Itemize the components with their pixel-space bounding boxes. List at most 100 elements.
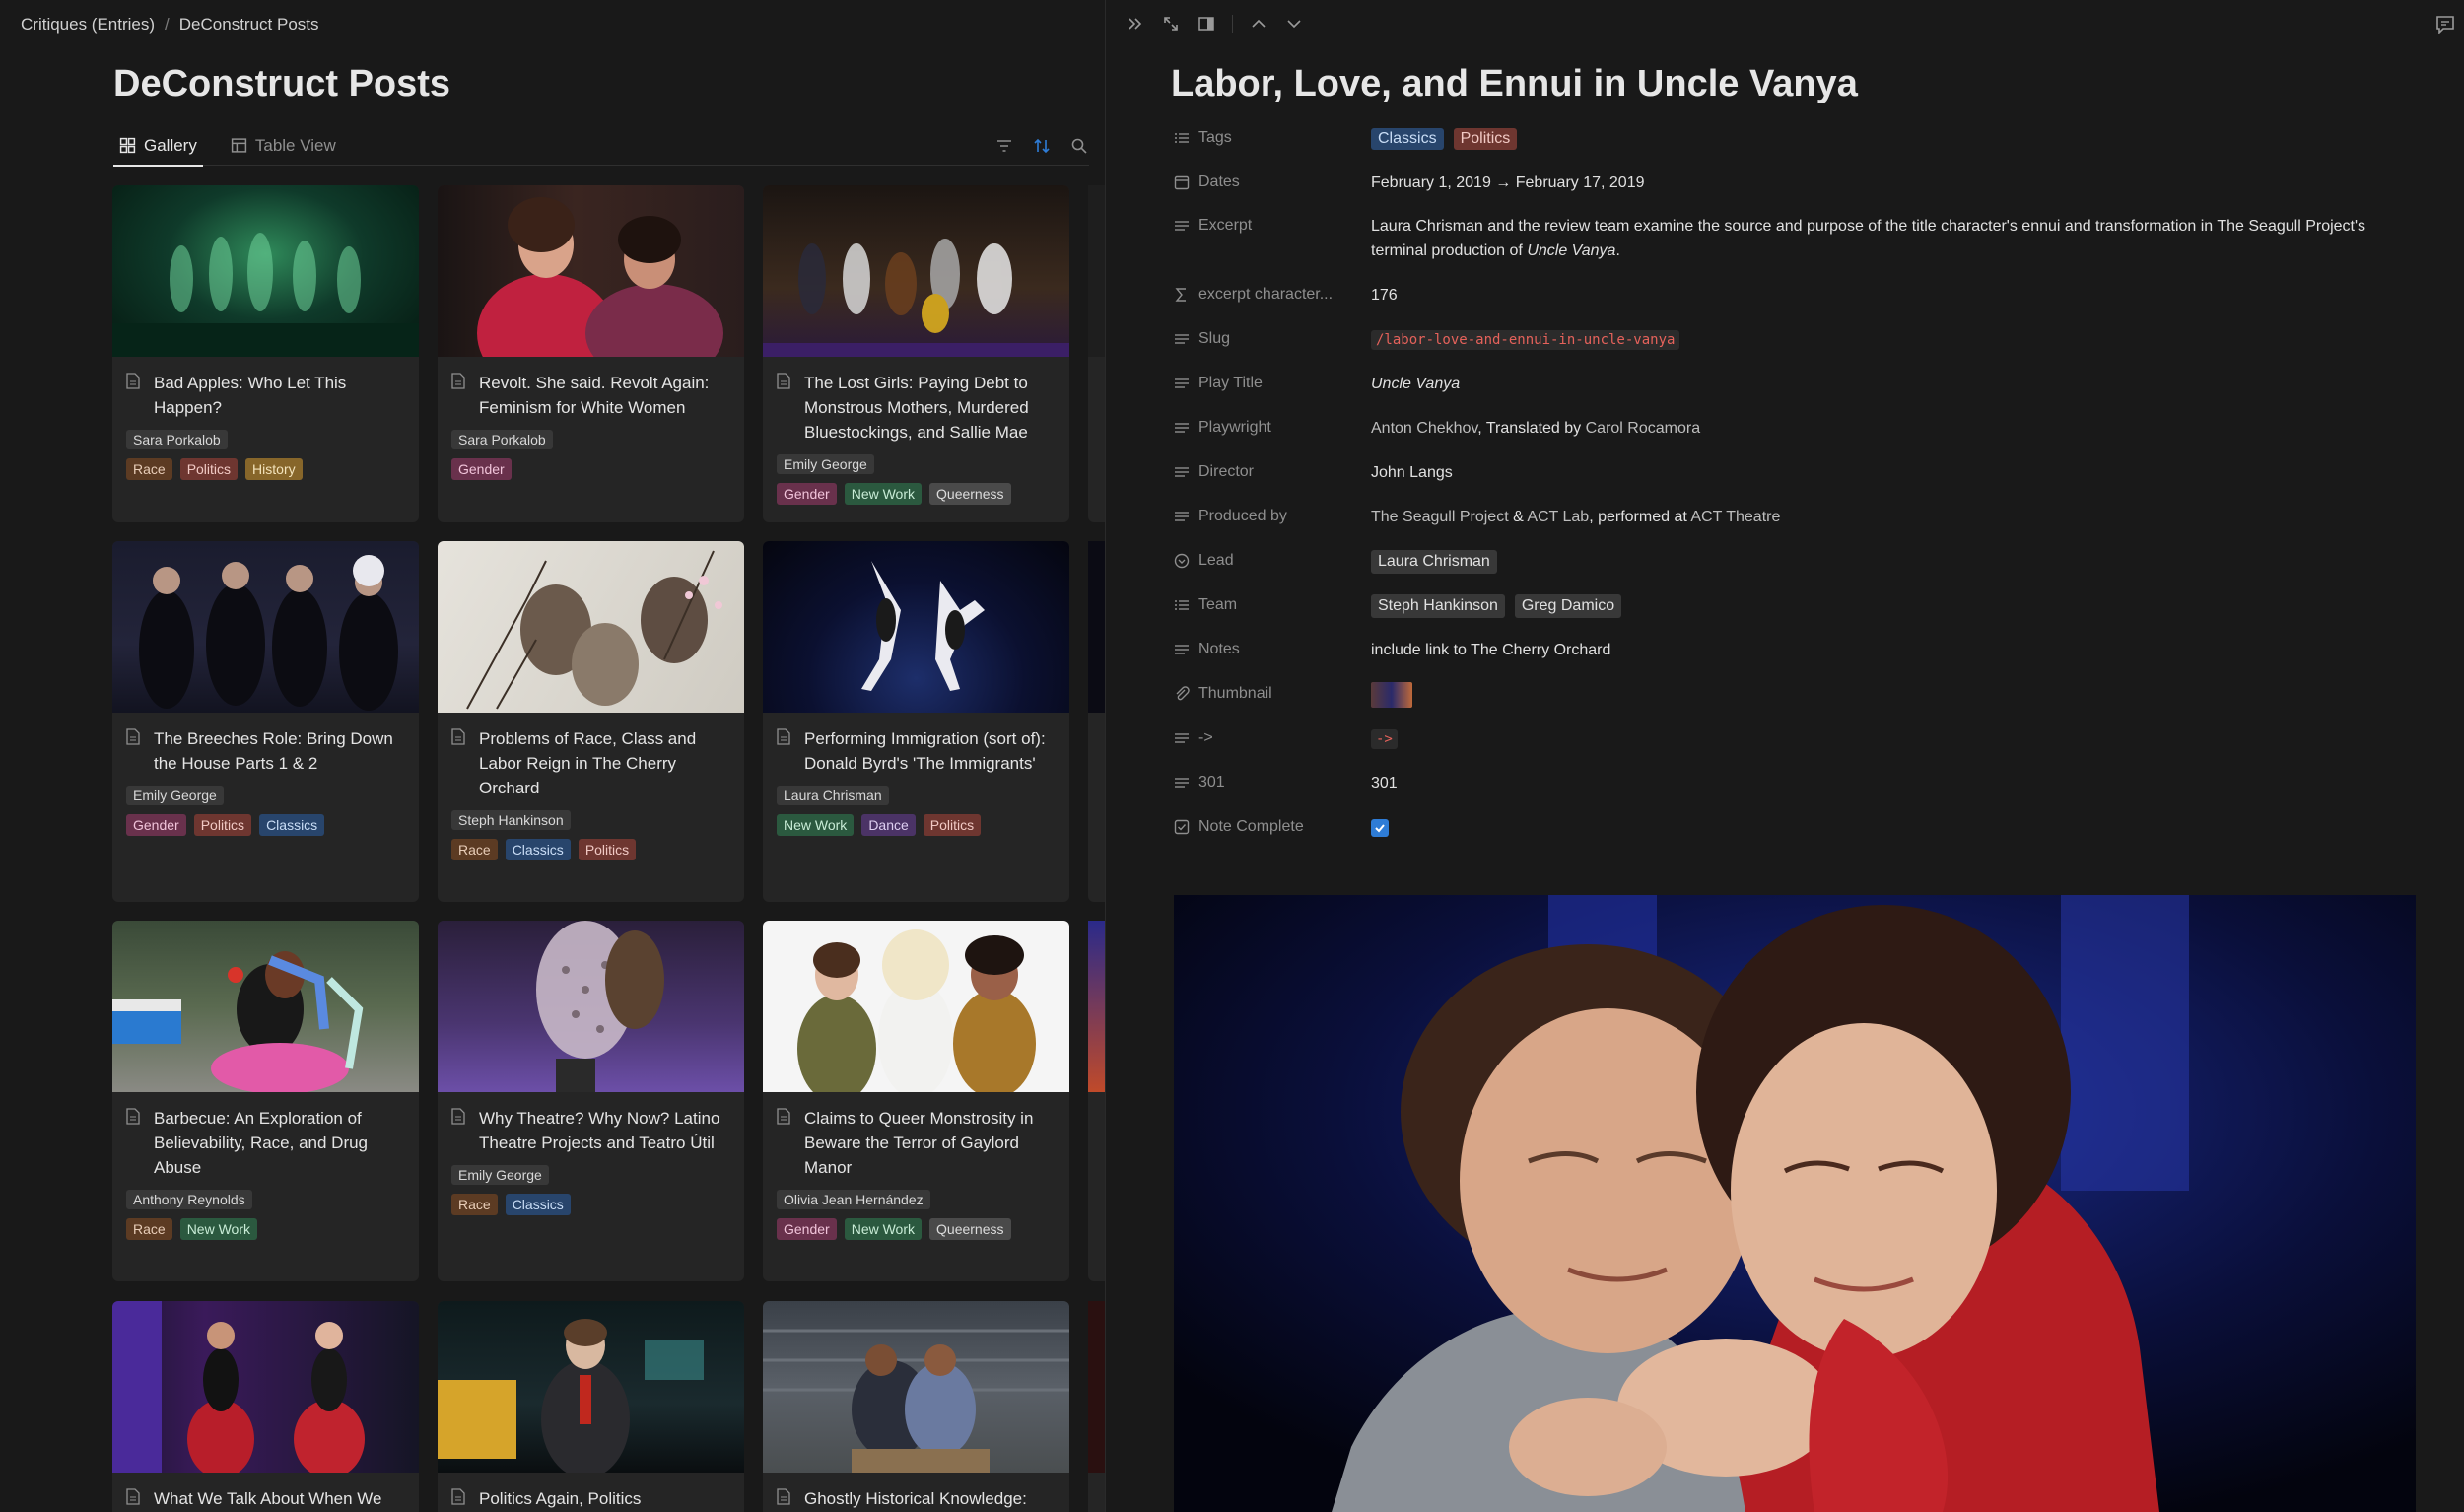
breadcrumb-current[interactable]: DeConstruct Posts [179, 15, 319, 34]
card-title: What We Talk About When We [154, 1489, 382, 1508]
sort-icon[interactable] [1032, 136, 1052, 156]
text-lines-icon [1175, 378, 1189, 388]
slug-code: /labor-love-and-ennui-in-uncle-vanya [1371, 330, 1680, 350]
lead-chip: Laura Chrisman [1371, 550, 1497, 574]
property-dates[interactable]: Dates February 1, 2019 → February 17, 20… [1174, 171, 2445, 195]
record-peek-pane: Labor, Love, and Ennui in Uncle Vanya Ta… [1105, 0, 2464, 1512]
gallery-card[interactable]: Why Theatre? Why Now? Latino Theatre Pro… [438, 921, 744, 1281]
property-notes[interactable]: Notes include link to The Cherry Orchard [1174, 638, 2445, 662]
venue-connector: , performed at [1589, 509, 1691, 525]
gallery-card[interactable]: Claims to Queer Monstrosity in Beware th… [763, 921, 1069, 1281]
gallery-card[interactable]: Bad Apples: Who Let This Happen? Sara Po… [112, 185, 419, 522]
tab-gallery[interactable]: Gallery [113, 126, 203, 167]
card-author: Emily George [451, 1165, 549, 1185]
property-arrow[interactable]: -> -> [1174, 726, 2445, 752]
gallery-card[interactable]: Performing Immigration (sort of): Donald… [763, 541, 1069, 902]
property-tags[interactable]: Tags Classics Politics [1174, 126, 2445, 151]
checkbox-icon [1174, 819, 1190, 835]
property-value: 301 [1371, 775, 1398, 791]
property-301[interactable]: 301 301 [1174, 771, 2445, 795]
search-icon[interactable] [1069, 136, 1089, 156]
gallery-card[interactable]: The Breeches Role: Bring Down the House … [112, 541, 419, 902]
toolbar-divider [1232, 15, 1233, 33]
comment-icon[interactable] [2434, 14, 2456, 35]
property-note-complete[interactable]: Note Complete [1174, 815, 2445, 842]
page-icon [126, 1108, 142, 1180]
tag: Politics [193, 814, 252, 836]
property-value: February 1, 2019 → February 17, 2019 [1371, 174, 1645, 191]
breadcrumb-separator: / [165, 15, 170, 34]
tag: Gender [451, 458, 512, 480]
property-value: Laura Chrisman and the review team exami… [1371, 214, 2445, 263]
card-cover-image [112, 921, 419, 1094]
gallery-card[interactable]: The Lost Girls: Paying Debt to Monstrous… [763, 185, 1069, 522]
gallery-card[interactable]: Politics Again, Politics [438, 1301, 744, 1512]
text-lines-icon [1175, 733, 1189, 743]
property-team[interactable]: Team Steph Hankinson Greg Damico [1174, 593, 2445, 618]
property-director[interactable]: Director John Langs [1174, 460, 2445, 485]
text-lines-icon [1175, 467, 1189, 477]
gallery-card[interactable]: Ghostly Historical Knowledge: [763, 1301, 1069, 1512]
note-complete-checkbox[interactable] [1371, 819, 1389, 837]
property-play-title[interactable]: Play Title Uncle Vanya [1174, 372, 2445, 396]
text-lines-icon [1175, 334, 1189, 344]
cover-figures [112, 233, 419, 357]
property-label: Lead [1198, 552, 1234, 569]
gallery-card[interactable]: What We Talk About When We [112, 1301, 419, 1512]
property-value: 176 [1371, 287, 1398, 304]
gallery-card[interactable]: Problems of Race, Class and Labor Reign … [438, 541, 744, 902]
cover-figures [438, 1319, 704, 1478]
tag: Race [451, 1194, 498, 1215]
property-excerpt[interactable]: Excerpt Laura Chrisman and the review te… [1174, 214, 2445, 263]
gallery-card[interactable]: Barbecue: An Exploration of Believabilit… [112, 921, 419, 1281]
playwright-name: Anton Chekhov [1371, 420, 1478, 437]
tag: Classics [505, 839, 571, 860]
property-thumbnail[interactable]: Thumbnail [1174, 682, 2445, 716]
breadcrumb: Critiques (Entries) / DeConstruct Posts [21, 15, 319, 34]
card-tags: Gender [438, 449, 744, 480]
card-title: Barbecue: An Exploration of Believabilit… [154, 1109, 369, 1177]
gallery-card[interactable]: Revolt. She said. Revolt Again: Feminism… [438, 185, 744, 522]
card-author: Sara Porkalob [451, 430, 553, 449]
tag: Politics [179, 458, 239, 480]
card-cover-image [763, 921, 1069, 1103]
card-cover-image [438, 921, 744, 1092]
producer-amp: & [1508, 509, 1528, 525]
card-cover-image [438, 541, 744, 713]
card-author: Emily George [777, 454, 874, 474]
excerpt-text: Laura Chrisman and the review team exami… [1371, 218, 2366, 259]
card-title: Bad Apples: Who Let This Happen? [154, 374, 347, 417]
tag: Classics [505, 1194, 571, 1215]
arrow-code: -> [1371, 729, 1398, 749]
page-icon [451, 728, 467, 800]
list-icon [1175, 600, 1189, 610]
property-playwright[interactable]: Playwright Anton Chekhov, Translated by … [1174, 416, 2445, 441]
formula-icon [1175, 288, 1186, 302]
chevron-up-icon[interactable] [1249, 14, 1268, 34]
expand-icon[interactable] [1161, 14, 1181, 34]
paperclip-icon [1176, 686, 1190, 701]
close-peek-icon[interactable] [1126, 14, 1145, 34]
record-title[interactable]: Labor, Love, and Ennui in Uncle Vanya [1171, 63, 1858, 105]
excerpt-italic: Uncle Vanya [1527, 242, 1616, 259]
chevron-down-icon[interactable] [1284, 14, 1304, 34]
tag: Race [126, 1218, 172, 1240]
filter-icon[interactable] [994, 136, 1014, 156]
gallery-card-partial[interactable] [1088, 1301, 1105, 1512]
breadcrumb-parent[interactable]: Critiques (Entries) [21, 15, 155, 34]
property-excerpt-count[interactable]: excerpt character... 176 [1174, 283, 2445, 308]
cover-figures [112, 951, 364, 1094]
property-lead[interactable]: Lead Laura Chrisman [1174, 549, 2445, 574]
tag: Queerness [929, 1218, 1011, 1240]
property-slug[interactable]: Slug /labor-love-and-ennui-in-uncle-vany… [1174, 327, 2445, 353]
gallery-card-partial[interactable] [1088, 541, 1105, 902]
tab-table-view[interactable]: Table View [225, 126, 342, 166]
property-produced-by[interactable]: Produced by The Seagull Project & ACT La… [1174, 505, 2445, 529]
page-title[interactable]: DeConstruct Posts [113, 63, 450, 105]
thumbnail-image[interactable] [1371, 682, 1412, 708]
side-peek-icon[interactable] [1197, 14, 1216, 34]
gallery-card-partial[interactable] [1088, 921, 1105, 1281]
gallery-card-partial[interactable] [1088, 185, 1105, 522]
page-icon [777, 1108, 792, 1180]
property-label: Slug [1198, 330, 1231, 347]
